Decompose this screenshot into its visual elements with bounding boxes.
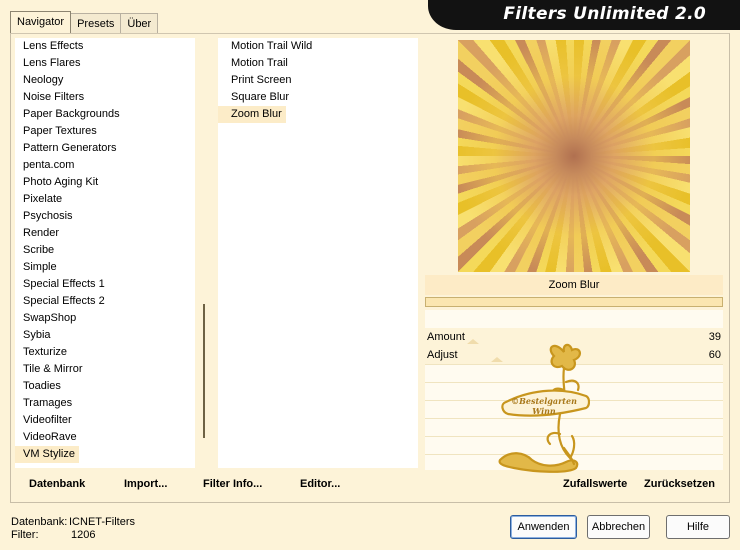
apply-button[interactable]: Anwenden	[510, 515, 577, 539]
category-item-label: SwapShop	[23, 312, 77, 324]
param-amount-slider-marker[interactable]	[467, 339, 480, 344]
list-toolbar: Datenbank Import... Filter Info... Edito…	[15, 474, 420, 498]
progress-bar	[425, 297, 723, 307]
filter-item[interactable]: Zoom Blur	[218, 106, 418, 123]
tab-bar: Navigator Presets Über	[10, 11, 159, 33]
logo-text-line1: ©Bestelgarten	[511, 396, 577, 406]
app-title: Filters Unlimited 2.0	[503, 4, 706, 24]
param-amount-label: Amount	[427, 331, 465, 343]
filter-item-label: Motion Trail Wild	[231, 40, 313, 52]
category-item-label: VideoRave	[23, 431, 77, 443]
editor-button[interactable]: Editor...	[300, 478, 340, 490]
preview-filter-name: Zoom Blur	[425, 275, 723, 295]
filter-item-label: Zoom Blur	[218, 106, 286, 123]
category-item[interactable]: Noise Filters	[15, 89, 195, 106]
category-item[interactable]: penta.com	[15, 157, 195, 174]
status-db-value: ICNET-Filters	[69, 516, 135, 528]
filter-item-label: Motion Trail	[231, 57, 288, 69]
cancel-button[interactable]: Abbrechen	[587, 515, 650, 539]
tab-uber[interactable]: Über	[120, 13, 159, 33]
category-item[interactable]: Texturize	[15, 344, 195, 361]
filter-item[interactable]: Square Blur	[218, 89, 418, 106]
category-item[interactable]: Neology	[15, 72, 195, 89]
title-banner: Filters Unlimited 2.0	[428, 0, 740, 36]
category-item[interactable]: Scribe	[15, 242, 195, 259]
status-filter-value: 1206	[71, 529, 96, 541]
category-item[interactable]: Tile & Mirror	[15, 361, 195, 378]
category-item-label: Psychosis	[23, 210, 73, 222]
reset-button[interactable]: Zurücksetzen	[644, 478, 715, 490]
status-filter-label: Filter:	[11, 529, 39, 541]
category-scrollbar[interactable]	[196, 38, 212, 468]
category-item[interactable]: Psychosis	[15, 208, 195, 225]
category-item[interactable]: Lens Flares	[15, 55, 195, 72]
category-item-label: Photo Aging Kit	[23, 176, 99, 188]
logo-text-line2: Winn	[532, 406, 556, 416]
param-adjust-label: Adjust	[427, 349, 458, 361]
category-item[interactable]: Toadies	[15, 378, 195, 395]
tab-presets[interactable]: Presets	[70, 13, 122, 33]
category-item-label: Noise Filters	[23, 91, 85, 103]
category-item-label: Paper Textures	[23, 125, 97, 137]
author-logo: ©Bestelgarten Winn	[494, 338, 591, 474]
preview-toolbar: Zufallswerte Zurücksetzen	[425, 474, 723, 498]
category-item[interactable]: Paper Backgrounds	[15, 106, 195, 123]
import-button[interactable]: Import...	[124, 478, 167, 490]
tab-navigator[interactable]: Navigator	[10, 11, 72, 33]
status-info: Datenbank: ICNET-Filters Filter: 1206	[11, 516, 135, 542]
category-item[interactable]: Render	[15, 225, 195, 242]
status-db-label: Datenbank:	[11, 516, 68, 528]
category-list[interactable]: Lens Effects Lens Flares Neology Noise Filt…	[15, 38, 195, 468]
category-item[interactable]: Videofilter	[15, 412, 195, 429]
category-item[interactable]: Lens Effects	[15, 38, 195, 55]
random-values-button[interactable]: Zufallswerte	[563, 478, 627, 490]
category-item-label: VM Stylize	[15, 446, 79, 463]
category-item-label: Pattern Generators	[23, 142, 117, 154]
param-amount-value: 39	[708, 331, 721, 343]
category-item-label: Toadies	[23, 380, 61, 392]
help-button[interactable]: Hilfe	[666, 515, 730, 539]
filter-item[interactable]: Motion Trail Wild	[218, 38, 418, 55]
category-item[interactable]: VM Stylize	[15, 446, 195, 463]
filters-unlimited-window: Filters Unlimited 2.0 Navigator Presets …	[0, 0, 740, 550]
category-item-label: Neology	[23, 74, 64, 86]
category-item[interactable]: VideoRave	[15, 429, 195, 446]
category-item-label: Paper Backgrounds	[23, 108, 120, 120]
category-item-label: Special Effects 1	[23, 278, 105, 290]
category-item[interactable]: SwapShop	[15, 310, 195, 327]
category-item-label: Tile & Mirror	[23, 363, 83, 375]
preview-image	[458, 40, 690, 272]
category-item-label: Render	[23, 227, 60, 239]
category-item-label: Special Effects 2	[23, 295, 105, 307]
category-item[interactable]: Paper Textures	[15, 123, 195, 140]
category-item-label: Lens Flares	[23, 57, 81, 69]
filter-list[interactable]: Motion Trail Wild Motion Trail Print Scree…	[218, 38, 418, 468]
category-item[interactable]: Tramages	[15, 395, 195, 412]
category-item-label: Tramages	[23, 397, 73, 409]
filter-info-button[interactable]: Filter Info...	[203, 478, 262, 490]
filter-item[interactable]: Motion Trail	[218, 55, 418, 72]
category-item-label: Lens Effects	[23, 40, 84, 52]
scrollbar-thumb[interactable]	[203, 304, 205, 438]
category-item[interactable]: Simple	[15, 259, 195, 276]
category-item-label: penta.com	[23, 159, 75, 171]
category-item[interactable]: Pixelate	[15, 191, 195, 208]
filter-item-label: Print Screen	[231, 74, 292, 86]
category-item[interactable]: Pattern Generators	[15, 140, 195, 157]
category-item-label: Sybia	[23, 329, 51, 341]
category-item-label: Pixelate	[23, 193, 63, 205]
category-item[interactable]: Special Effects 1	[15, 276, 195, 293]
category-item[interactable]: Special Effects 2	[15, 293, 195, 310]
category-item-label: Videofilter	[23, 414, 72, 426]
category-item-label: Texturize	[23, 346, 68, 358]
filter-item[interactable]: Print Screen	[218, 72, 418, 89]
category-item[interactable]: Photo Aging Kit	[15, 174, 195, 191]
category-item[interactable]: Sybia	[15, 327, 195, 344]
filter-item-label: Square Blur	[231, 91, 290, 103]
param-adjust-value: 60	[708, 349, 721, 361]
datenbank-button[interactable]: Datenbank	[29, 478, 85, 490]
category-item-label: Scribe	[23, 244, 55, 256]
category-item-label: Simple	[23, 261, 57, 273]
